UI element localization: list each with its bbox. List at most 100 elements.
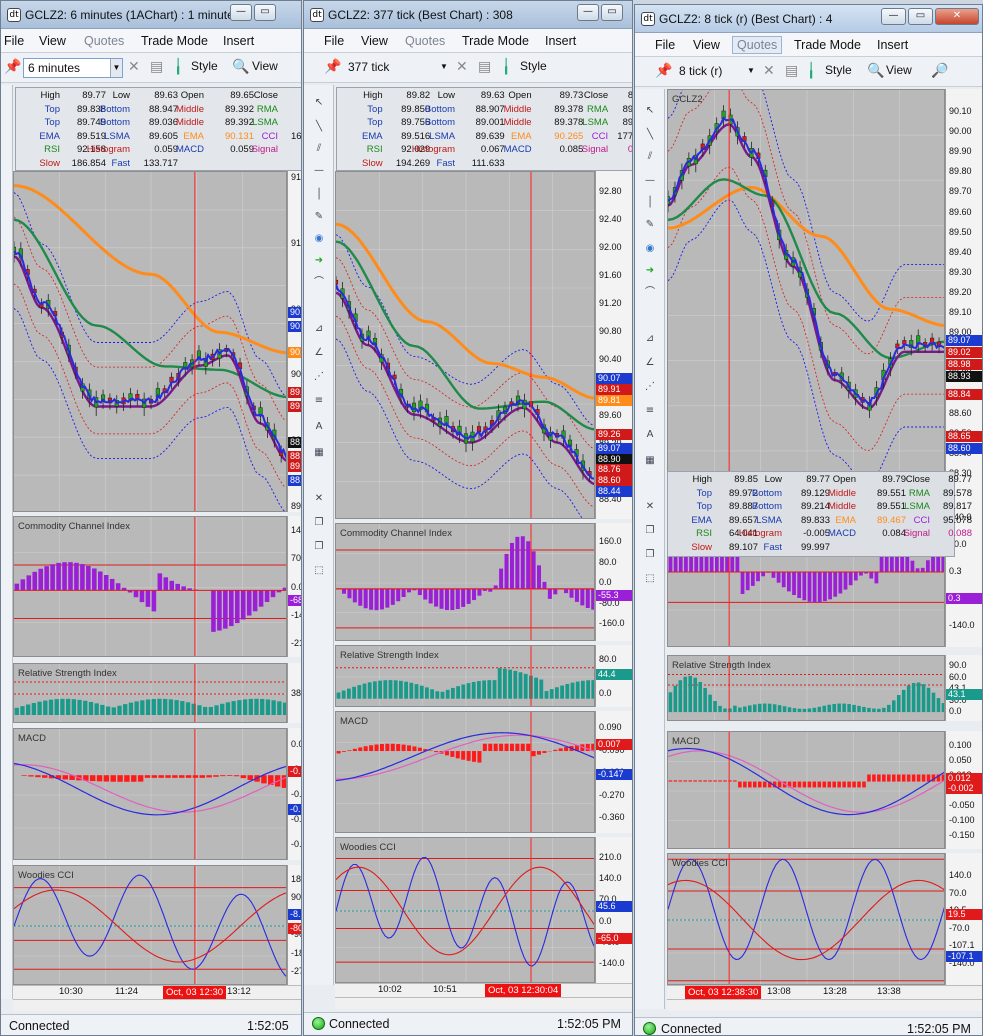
- close-button[interactable]: ✕: [935, 8, 979, 25]
- price-scale[interactable]: 90.10 90.00 89.90 89.80 89.70 89.60 89.50 89.40…: [945, 89, 982, 495]
- horizontal-scrollbar[interactable]: [335, 997, 632, 1009]
- close-icon[interactable]: ✕: [763, 63, 775, 79]
- copy-drawing-icon[interactable]: ❐: [312, 517, 326, 529]
- fan-tool-icon[interactable]: ⊿: [643, 333, 657, 345]
- macd-pane[interactable]: MACD: [13, 728, 287, 860]
- arc-tool-icon[interactable]: ⌒: [643, 287, 657, 299]
- menu-insert[interactable]: Insert: [877, 38, 908, 52]
- chart-properties-icon[interactable]: ▤: [478, 59, 491, 75]
- candlestick-icon[interactable]: ╽: [502, 59, 510, 75]
- price-pane[interactable]: [13, 171, 287, 512]
- maximize-button[interactable]: ▭: [254, 4, 276, 21]
- time-axis[interactable]: Oct, 03 12:38:30 13:08 13:28 13:38: [667, 985, 982, 999]
- macd-pane[interactable]: MACD: [335, 711, 595, 833]
- gann-tool-icon[interactable]: ∠: [643, 357, 657, 369]
- horizontal-scrollbar[interactable]: [13, 999, 301, 1011]
- floating-price-info-panel[interactable]: High 89.85 Low 89.77 Open 89.79 Close 89.77 Top 8…: [667, 471, 972, 557]
- macd-pane[interactable]: MACD: [667, 731, 945, 849]
- rsi-pane[interactable]: Relative Strength Index: [667, 655, 945, 721]
- maximize-button[interactable]: ▭: [601, 4, 623, 21]
- menu-view[interactable]: View: [39, 34, 66, 48]
- woodies-cci-pane[interactable]: Woodies CCI: [13, 865, 287, 985]
- menu-view[interactable]: View: [693, 38, 720, 52]
- style-menu[interactable]: Style: [520, 59, 547, 73]
- menu-trade-mode[interactable]: Trade Mode: [794, 38, 861, 52]
- time-axis[interactable]: 10:02 10:51 Oct, 03 12:30:04: [335, 983, 632, 997]
- style-menu[interactable]: Style: [825, 63, 852, 77]
- zoom-icon[interactable]: 🔎: [931, 63, 948, 79]
- woodies-cci-scale[interactable]: 140.070.019.5-70.0-107.1-140.019.5-107.1: [945, 853, 982, 985]
- interval-select[interactable]: 6 minutes ▼: [23, 58, 123, 78]
- magnifier-icon[interactable]: 🔍: [867, 63, 884, 79]
- cci-pane[interactable]: Commodity Channel Index: [335, 523, 595, 641]
- candlestick-icon[interactable]: ╽: [807, 63, 815, 79]
- line-tool-icon[interactable]: ╲: [312, 121, 326, 133]
- macd-scale[interactable]: 0.0-0.-0.-0.-0.-0.-0.: [287, 728, 301, 860]
- woodies-cci-scale[interactable]: 210.0140.070.00.0-70.0-140.045.6-65.0: [595, 837, 632, 983]
- delete-drawing-icon[interactable]: ✕: [312, 493, 326, 505]
- pin-icon[interactable]: 📌: [4, 59, 21, 75]
- arc-tool-icon[interactable]: ⌒: [312, 277, 326, 289]
- template-tool-icon[interactable]: ▦: [312, 447, 326, 459]
- fib-retrace-tool-icon[interactable]: ≡: [312, 395, 326, 407]
- delete-drawing-icon[interactable]: ✕: [643, 501, 657, 513]
- menu-view[interactable]: View: [361, 34, 388, 48]
- title-bar[interactable]: dt GCLZ2: 8 tick (r) (Best Chart) : 4 — …: [635, 5, 982, 33]
- hline-tool-icon[interactable]: —: [312, 165, 326, 177]
- vline-tool-icon[interactable]: │: [643, 197, 657, 209]
- menu-insert[interactable]: Insert: [223, 34, 254, 48]
- menu-trade-mode[interactable]: Trade Mode: [462, 34, 529, 48]
- rsi-scale[interactable]: 80.044.40.044.4: [595, 645, 632, 707]
- fib-fan-tool-icon[interactable]: ⋰: [643, 381, 657, 393]
- menu-file[interactable]: File: [324, 34, 344, 48]
- price-pane[interactable]: [335, 171, 595, 519]
- rsi-scale[interactable]: 90.060.043.130.00.043.1: [945, 655, 982, 721]
- pointer-icon[interactable]: ↖: [312, 97, 326, 109]
- gann-tool-icon[interactable]: ∠: [312, 347, 326, 359]
- select-area-icon[interactable]: ⬚: [643, 573, 657, 585]
- fib-retrace-tool-icon[interactable]: ≡: [643, 405, 657, 417]
- arrow-tool-icon[interactable]: ➜: [312, 255, 326, 267]
- template-tool-icon[interactable]: ▦: [643, 455, 657, 467]
- menu-file[interactable]: File: [4, 34, 24, 48]
- select-area-icon[interactable]: ⬚: [312, 565, 326, 577]
- menu-file[interactable]: File: [655, 38, 675, 52]
- hline-tool-icon[interactable]: —: [643, 175, 657, 187]
- minimize-button[interactable]: —: [881, 8, 906, 25]
- arrow-tool-icon[interactable]: ➜: [643, 265, 657, 277]
- rsi-pane[interactable]: Relative Strength Index: [13, 663, 287, 723]
- title-bar[interactable]: dt GCLZ2: 377 tick (Best Chart) : 308 — …: [304, 1, 632, 29]
- callout-tool-icon[interactable]: ◉: [312, 233, 326, 245]
- menu-quotes[interactable]: Quotes: [405, 34, 445, 48]
- style-menu[interactable]: Style: [191, 59, 218, 73]
- paste-drawing-icon[interactable]: ❐: [312, 541, 326, 553]
- menu-trade-mode[interactable]: Trade Mode: [141, 34, 208, 48]
- note-tool-icon[interactable]: ✎: [643, 219, 657, 231]
- chart-properties-icon[interactable]: ▤: [150, 59, 163, 75]
- channel-tool-icon[interactable]: ⫽: [312, 143, 326, 155]
- fan-tool-icon[interactable]: ⊿: [312, 323, 326, 335]
- maximize-button[interactable]: ▭: [908, 8, 933, 25]
- view-menu[interactable]: View: [886, 63, 912, 77]
- time-axis[interactable]: 10:30 11:24 13:12 Oct, 03 12:30: [13, 985, 301, 999]
- chart-properties-icon[interactable]: ▤: [785, 63, 798, 79]
- menu-insert[interactable]: Insert: [545, 34, 576, 48]
- woodies-cci-pane[interactable]: Woodies CCI: [335, 837, 595, 983]
- vline-tool-icon[interactable]: │: [312, 189, 326, 201]
- rsi-pane[interactable]: Relative Strength Index: [335, 645, 595, 707]
- menu-quotes[interactable]: Quotes: [84, 34, 124, 48]
- price-pane[interactable]: GCLZ2: [667, 89, 945, 495]
- macd-scale[interactable]: 0.090-0.090-0.180-0.270-0.3600.007-0.147: [595, 711, 632, 833]
- view-menu[interactable]: View: [252, 59, 278, 73]
- minimize-button[interactable]: —: [577, 4, 599, 21]
- copy-drawing-icon[interactable]: ❐: [643, 525, 657, 537]
- title-bar[interactable]: dt GCLZ2: 6 minutes (1AChart) : 1 minute…: [1, 1, 301, 29]
- fib-fan-tool-icon[interactable]: ⋰: [312, 371, 326, 383]
- price-scale[interactable]: 91919090898990.90.90.89.89.88.88.89.88.: [287, 171, 301, 512]
- callout-tool-icon[interactable]: ◉: [643, 243, 657, 255]
- macd-scale[interactable]: 0.1000.0500.012-0.002-0.050-0.100-0.1500…: [945, 731, 982, 849]
- woodies-cci-scale[interactable]: 18090-8.-90-18-27-8.-80: [287, 865, 301, 985]
- pointer-icon[interactable]: ↖: [643, 105, 657, 117]
- close-icon[interactable]: ✕: [456, 59, 468, 75]
- rsi-scale[interactable]: 38: [287, 663, 301, 723]
